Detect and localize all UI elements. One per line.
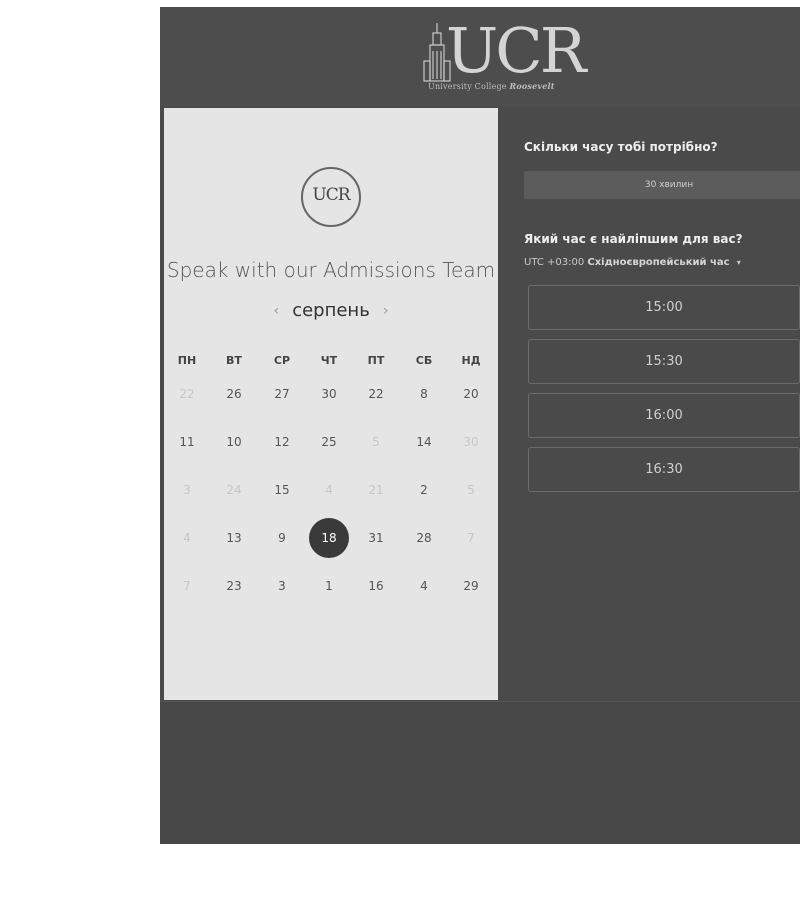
calendar-day[interactable]: 26 [216,384,252,404]
calendar-day[interactable]: 4 [311,480,347,500]
month-navigator: ‹ серпень › [164,300,498,321]
time-slot-button[interactable]: 16:00 [528,393,800,438]
calendar-day[interactable]: 13 [216,528,252,548]
calendar-day[interactable]: 30 [453,432,489,452]
calendar-day[interactable]: 28 [406,528,442,548]
calendar-day[interactable]: 11 [169,432,205,452]
weekday-label: СР [273,354,291,367]
calendar-week: 22 26 27 30 22 8 20 [164,384,498,432]
calendar-day[interactable]: 7 [169,576,205,596]
time-slot-button[interactable]: 16:30 [528,447,800,492]
calendar-day[interactable]: 14 [406,432,442,452]
calendar-day[interactable]: 27 [264,384,300,404]
calendar-day[interactable]: 4 [406,576,442,596]
duration-question: Скільки часу тобі потрібно? [524,140,718,154]
ucr-emblem: UCR [301,167,361,227]
calendar-day[interactable]: 2 [406,480,442,500]
month-label: серпень [292,300,370,321]
time-selection-panel: Скільки часу тобі потрібно? 30 хвилин Як… [498,108,800,700]
calendar-week: 11 10 12 25 5 14 30 [164,432,498,480]
timezone-name: Східноєвропейський час [587,257,730,268]
calendar-day[interactable]: 31 [358,528,394,548]
ucr-logo[interactable]: UCR University College Roosevelt [422,14,586,97]
weekday-label: ЧТ [320,354,338,367]
calendar-day[interactable]: 24 [216,480,252,500]
timezone-selector[interactable]: UTC +03:00 Східноєвропейський час ▾ [524,257,741,268]
header-bar: UCR University College Roosevelt [160,7,800,107]
weekday-label: НД [461,354,481,367]
calendar-day[interactable]: 29 [453,576,489,596]
calendar-panel: UCR Speak with our Admissions Team ‹ сер… [164,108,498,700]
calendar-day[interactable]: 7 [453,528,489,548]
calendar-day[interactable]: 22 [169,384,205,404]
time-question: Який час є найліпшим для вас? [524,232,743,246]
calendar-day[interactable]: 3 [264,576,300,596]
logo-subtitle-main: University College [428,82,507,91]
calendar-day[interactable]: 5 [453,480,489,500]
calendar-day[interactable]: 22 [358,384,394,404]
duration-select[interactable]: 30 хвилин [524,171,800,199]
calendar-day[interactable]: 15 [264,480,300,500]
logo-subtitle-accent: Roosevelt [509,81,555,91]
chevron-down-icon: ▾ [736,258,741,267]
logo-subtitle: University College Roosevelt [428,81,555,91]
weekday-header: ПН ВТ СР ЧТ ПТ СБ НД [164,354,498,384]
calendar-day[interactable]: 20 [453,384,489,404]
calendar-grid: ПН ВТ СР ЧТ ПТ СБ НД 22 26 27 30 22 8 20… [164,354,498,624]
calendar-week: 7 23 3 1 16 4 29 [164,576,498,624]
calendar-day[interactable]: 3 [169,480,205,500]
calendar-day-selected[interactable]: 18 [309,518,349,558]
emblem-text: UCR [312,185,350,205]
calendar-day[interactable]: 5 [358,432,394,452]
footer [160,701,800,844]
calendar-day[interactable]: 23 [216,576,252,596]
calendar-day[interactable]: 25 [311,432,347,452]
logo-letters: UCR [446,14,586,87]
time-slot-button[interactable]: 15:30 [528,339,800,384]
booking-widget: UCR University College Roosevelt UCR Spe… [160,7,800,844]
calendar-day[interactable]: 8 [406,384,442,404]
calendar-day[interactable]: 30 [311,384,347,404]
calendar-day[interactable]: 21 [358,480,394,500]
calendar-day[interactable]: 4 [169,528,205,548]
weekday-label: СБ [415,354,433,367]
timezone-offset: UTC +03:00 [524,257,585,268]
calendar-day[interactable]: 9 [264,528,300,548]
next-month-button[interactable]: › [375,303,397,319]
prev-month-button[interactable]: ‹ [265,303,287,319]
weekday-label: ВТ [226,354,242,367]
weekday-label: ПН [177,354,197,367]
calendar-day[interactable]: 16 [358,576,394,596]
weekday-label: ПТ [367,354,385,367]
calendar-day[interactable]: 10 [216,432,252,452]
page-title: Speak with our Admissions Team [166,258,496,282]
calendar-day[interactable]: 1 [311,576,347,596]
time-slot-button[interactable]: 15:00 [528,285,800,330]
calendar-day[interactable]: 12 [264,432,300,452]
calendar-week: 4 13 9 18 31 28 7 [164,518,498,576]
